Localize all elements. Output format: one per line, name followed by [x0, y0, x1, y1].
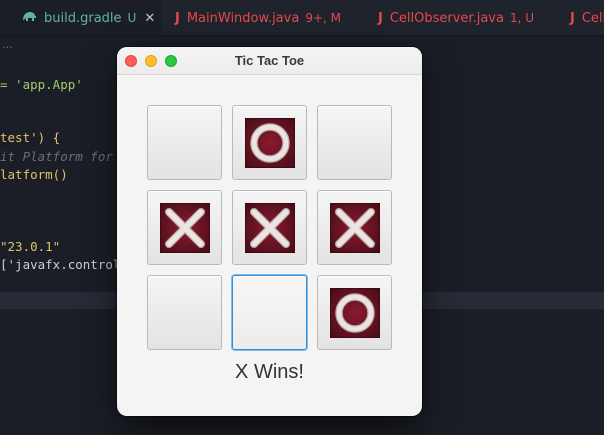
tab-label: CellObserver.java: [389, 10, 504, 26]
tab-label: build.gradle: [44, 10, 122, 26]
board-cell-r0-c0[interactable]: [147, 105, 222, 180]
board-cell-r0-c2[interactable]: [317, 105, 392, 180]
editor-tab-bar: build.gradle U ✕ J MainWindow.java 9+, M…: [0, 0, 604, 36]
window-title-bar[interactable]: Tic Tac Toe: [117, 47, 422, 75]
zoom-window-button[interactable]: [165, 55, 177, 67]
board-cell-r2-c1[interactable]: [232, 275, 307, 350]
breadcrumb: …: [2, 38, 13, 51]
tab-label: Cell: [581, 10, 604, 26]
code-line: it Platform for: [0, 149, 113, 164]
window-title: Tic Tac Toe: [234, 53, 305, 68]
tab-cell-java[interactable]: J Cell: [570, 0, 604, 35]
o-mark-icon: [244, 117, 295, 168]
tab-status: 1, U: [509, 11, 535, 25]
tab-cell-observer-java[interactable]: J CellObserver.java 1, U: [378, 0, 542, 35]
board-cell-r0-c1[interactable]: [232, 105, 307, 180]
minimize-window-button[interactable]: [145, 55, 157, 67]
tab-main-window-java[interactable]: J MainWindow.java 9+, M: [175, 0, 349, 35]
tab-status: 9+, M: [305, 11, 341, 25]
tab-build-gradle[interactable]: build.gradle U ✕: [0, 0, 161, 35]
x-mark-icon: [244, 202, 295, 253]
close-window-button[interactable]: [125, 55, 137, 67]
board-cell-r1-c0[interactable]: [147, 190, 222, 265]
code-line: ['javafx.control: [0, 257, 121, 272]
o-mark-icon: [329, 287, 380, 338]
x-mark-icon: [329, 202, 380, 253]
tab-status: U: [127, 11, 137, 25]
gradle-elephant-icon: [22, 10, 37, 26]
board-cell-r1-c1[interactable]: [232, 190, 307, 265]
x-mark-icon: [159, 202, 210, 253]
java-icon: J: [570, 10, 575, 26]
board-cell-r2-c0[interactable]: [147, 275, 222, 350]
tab-label: MainWindow.java: [186, 10, 300, 26]
code-line: "23.0.1": [0, 239, 61, 254]
java-icon: J: [378, 10, 383, 26]
board-cell-r2-c2[interactable]: [317, 275, 392, 350]
tic-tac-toe-window: Tic Tac Toe X Wins!: [117, 47, 422, 416]
game-status: X Wins!: [235, 361, 304, 383]
code-line: latform(): [0, 167, 68, 182]
code-line: = 'app.App': [0, 77, 83, 92]
board-cell-r1-c2[interactable]: [317, 190, 392, 265]
code-line: test') {: [0, 130, 61, 145]
close-icon[interactable]: ✕: [144, 11, 155, 26]
java-icon: J: [175, 10, 180, 26]
